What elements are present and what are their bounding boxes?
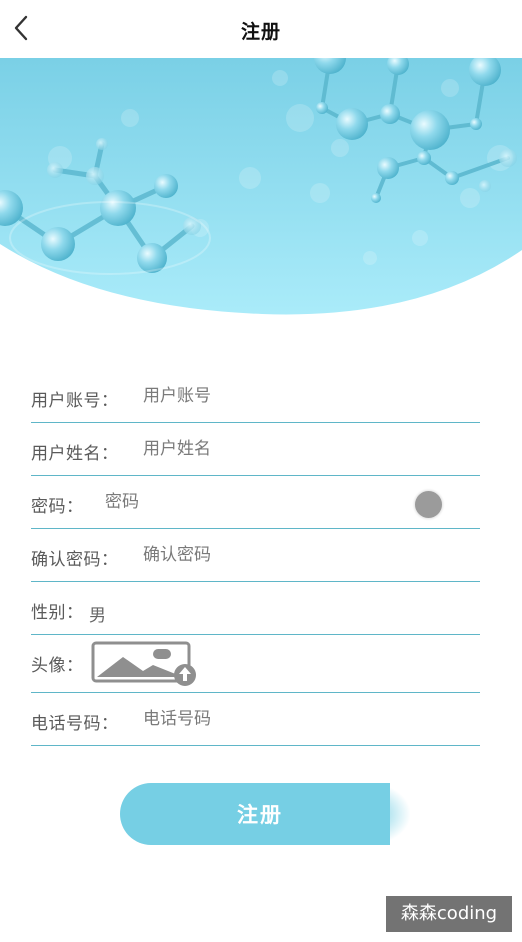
gender-select[interactable]: 男 (89, 601, 106, 626)
register-button[interactable]: 注册 (120, 783, 390, 845)
phone-input[interactable] (143, 707, 403, 731)
name-row: 用户姓名： (31, 423, 480, 476)
account-label: 用户账号： (31, 391, 119, 411)
account-row: 用户账号： (31, 370, 480, 423)
gender-label: 性别： (31, 603, 84, 623)
password-label: 密码： (31, 497, 84, 517)
confirm-password-label: 确认密码： (31, 550, 119, 570)
name-input[interactable] (143, 437, 403, 461)
register-form: 用户账号： 用户姓名： 密码： 确认密码： 性别： 男 头像： 电话号码： (31, 370, 480, 746)
watermark: 森森coding (386, 896, 512, 932)
account-input[interactable] (143, 384, 403, 408)
name-label: 用户姓名： (31, 444, 119, 464)
avatar-label: 头像： (31, 656, 84, 676)
top-bar: 注册 (0, 0, 522, 58)
image-upload-icon (91, 641, 196, 686)
password-row: 密码： (31, 476, 480, 529)
gender-row: 性别： 男 (31, 582, 480, 635)
hero-banner (0, 58, 522, 320)
page-title: 注册 (240, 21, 281, 43)
avatar-upload-button[interactable] (91, 641, 201, 687)
confirm-password-row: 确认密码： (31, 529, 480, 582)
phone-label: 电话号码： (31, 714, 119, 734)
avatar-row: 头像： (31, 635, 480, 693)
molecule-banner-image (0, 58, 522, 315)
submit-area: 注册 (120, 783, 410, 845)
confirm-password-input[interactable] (143, 543, 403, 567)
password-visibility-toggle[interactable] (415, 491, 442, 518)
phone-row: 电话号码： (31, 693, 480, 746)
password-input[interactable] (105, 490, 335, 514)
